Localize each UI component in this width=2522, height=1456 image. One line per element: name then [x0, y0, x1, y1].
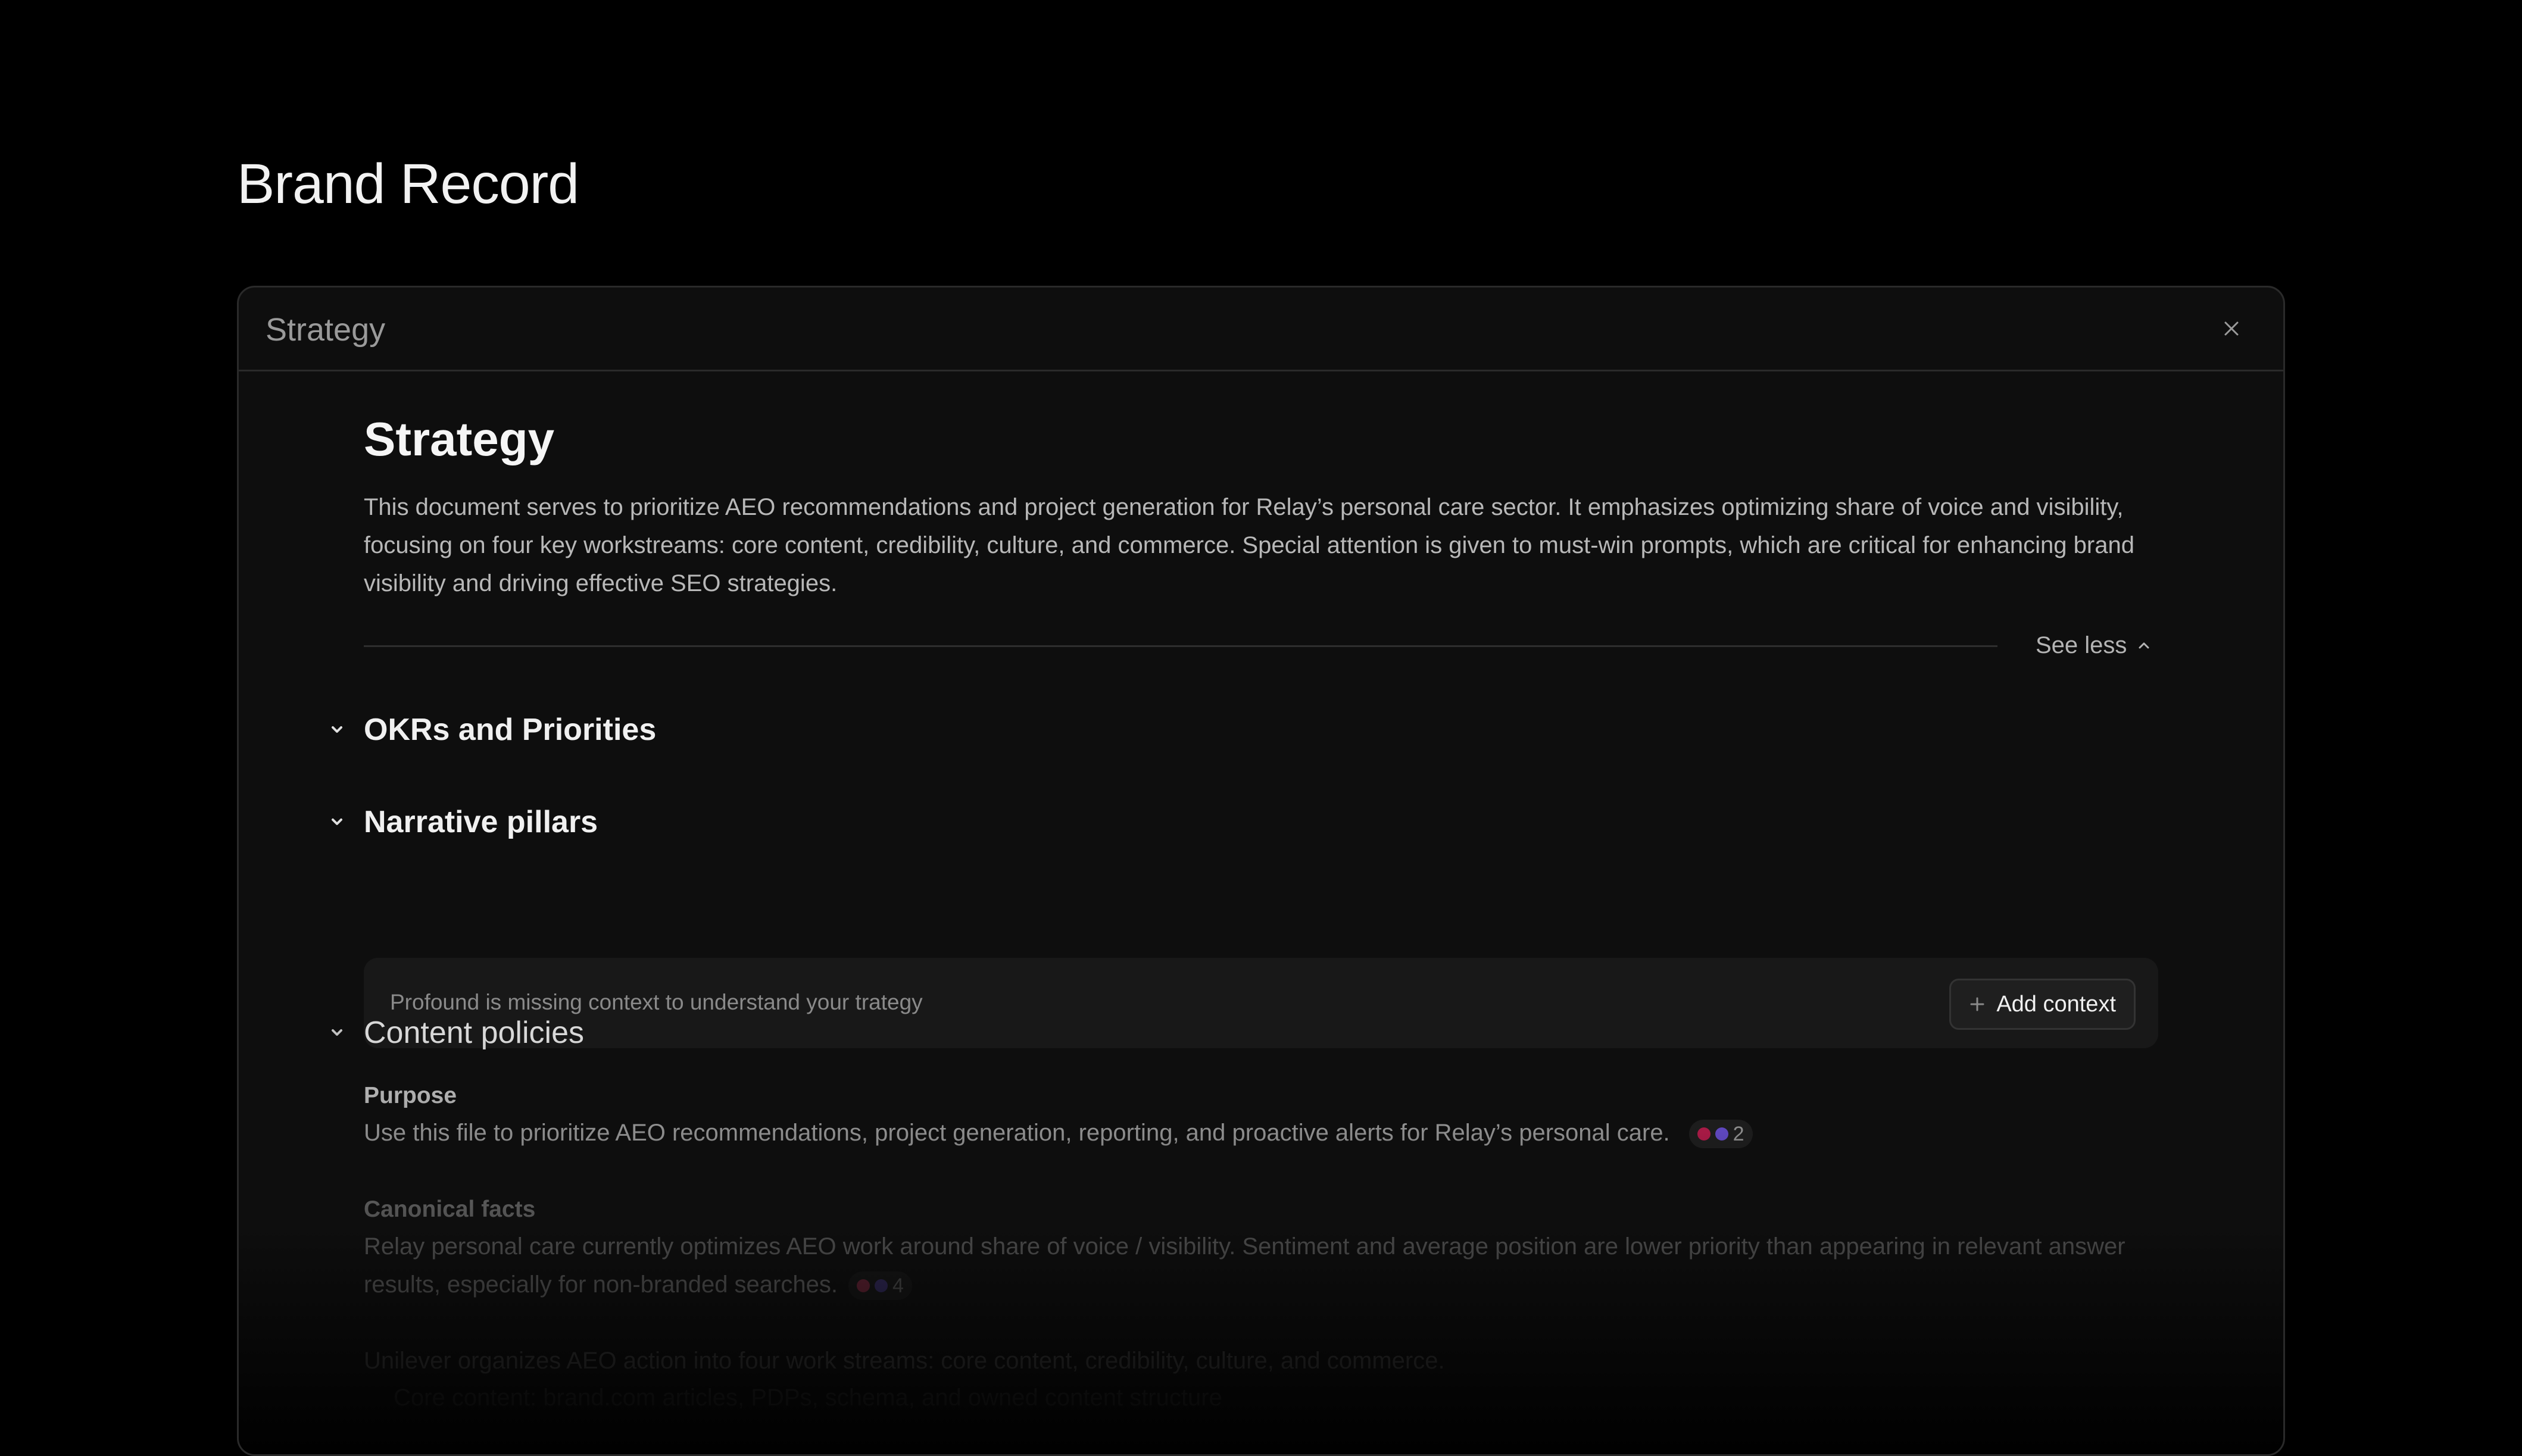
section-okrs-label: OKRs and Priorities	[364, 713, 657, 747]
canonical-source-count: 4	[892, 1274, 904, 1298]
section-okrs[interactable]: OKRs and Priorities	[328, 712, 656, 748]
section-policies-label: Content policies	[364, 1016, 584, 1050]
chevron-down-icon	[328, 813, 346, 831]
slack-icon	[1697, 1127, 1711, 1141]
strategy-panel: Strategy Strategy This document serves t…	[237, 286, 2285, 1456]
canonical-facts-body: Relay personal care currently optimizes …	[364, 1233, 2125, 1298]
plus-icon	[1970, 997, 1984, 1011]
close-icon	[2224, 321, 2239, 336]
add-context-button[interactable]: Add context	[1949, 979, 2136, 1030]
see-less-button[interactable]: See less	[2036, 632, 2152, 659]
panel-header: Strategy	[239, 288, 2283, 371]
purpose-source-count: 2	[1733, 1123, 1744, 1146]
slack-icon	[856, 1279, 870, 1293]
document-title: Strategy	[364, 413, 555, 465]
see-less-label: See less	[2036, 632, 2127, 658]
chevron-down-icon	[328, 721, 346, 739]
workstreams-bullet: Core content: brand.com articles, PDPs, …	[394, 1385, 1222, 1411]
missing-context-text: Profound is missing context to understan…	[390, 990, 923, 1014]
add-context-label: Add context	[1996, 991, 2116, 1017]
canonical-facts-label: Canonical facts	[364, 1196, 536, 1222]
missing-context-box: Profound is missing context to understan…	[364, 958, 2158, 1048]
purpose-source-badge[interactable]: 2	[1688, 1120, 1753, 1149]
canonical-source-badge[interactable]: 4	[848, 1271, 912, 1301]
document-description: This document serves to prioritize AEO r…	[364, 494, 2134, 596]
purpose-text-body: Use this file to prioritize AEO recommen…	[364, 1120, 1670, 1146]
workstreams-text: Unilever organizes AEO action into four …	[364, 1348, 1445, 1374]
page-title: Brand Record	[237, 152, 579, 215]
source-icon	[874, 1279, 888, 1293]
section-content-policies[interactable]: Content policies	[328, 1015, 584, 1051]
panel-content: Strategy This document serves to priorit…	[239, 371, 2283, 1454]
close-button[interactable]	[2215, 313, 2248, 345]
chevron-down-icon	[328, 1024, 346, 1042]
section-narrative-label: Narrative pillars	[364, 805, 598, 839]
purpose-label: Purpose	[364, 1083, 457, 1108]
source-icon	[1715, 1127, 1728, 1141]
divider	[364, 645, 1997, 647]
chevron-up-icon	[2139, 642, 2149, 648]
panel-header-title: Strategy	[266, 312, 386, 348]
purpose-text: Use this file to prioritize AEO recommen…	[364, 1114, 2168, 1152]
canonical-facts-text: Relay personal care currently optimizes …	[364, 1227, 2168, 1304]
section-narrative-pillars[interactable]: Narrative pillars	[328, 804, 598, 840]
